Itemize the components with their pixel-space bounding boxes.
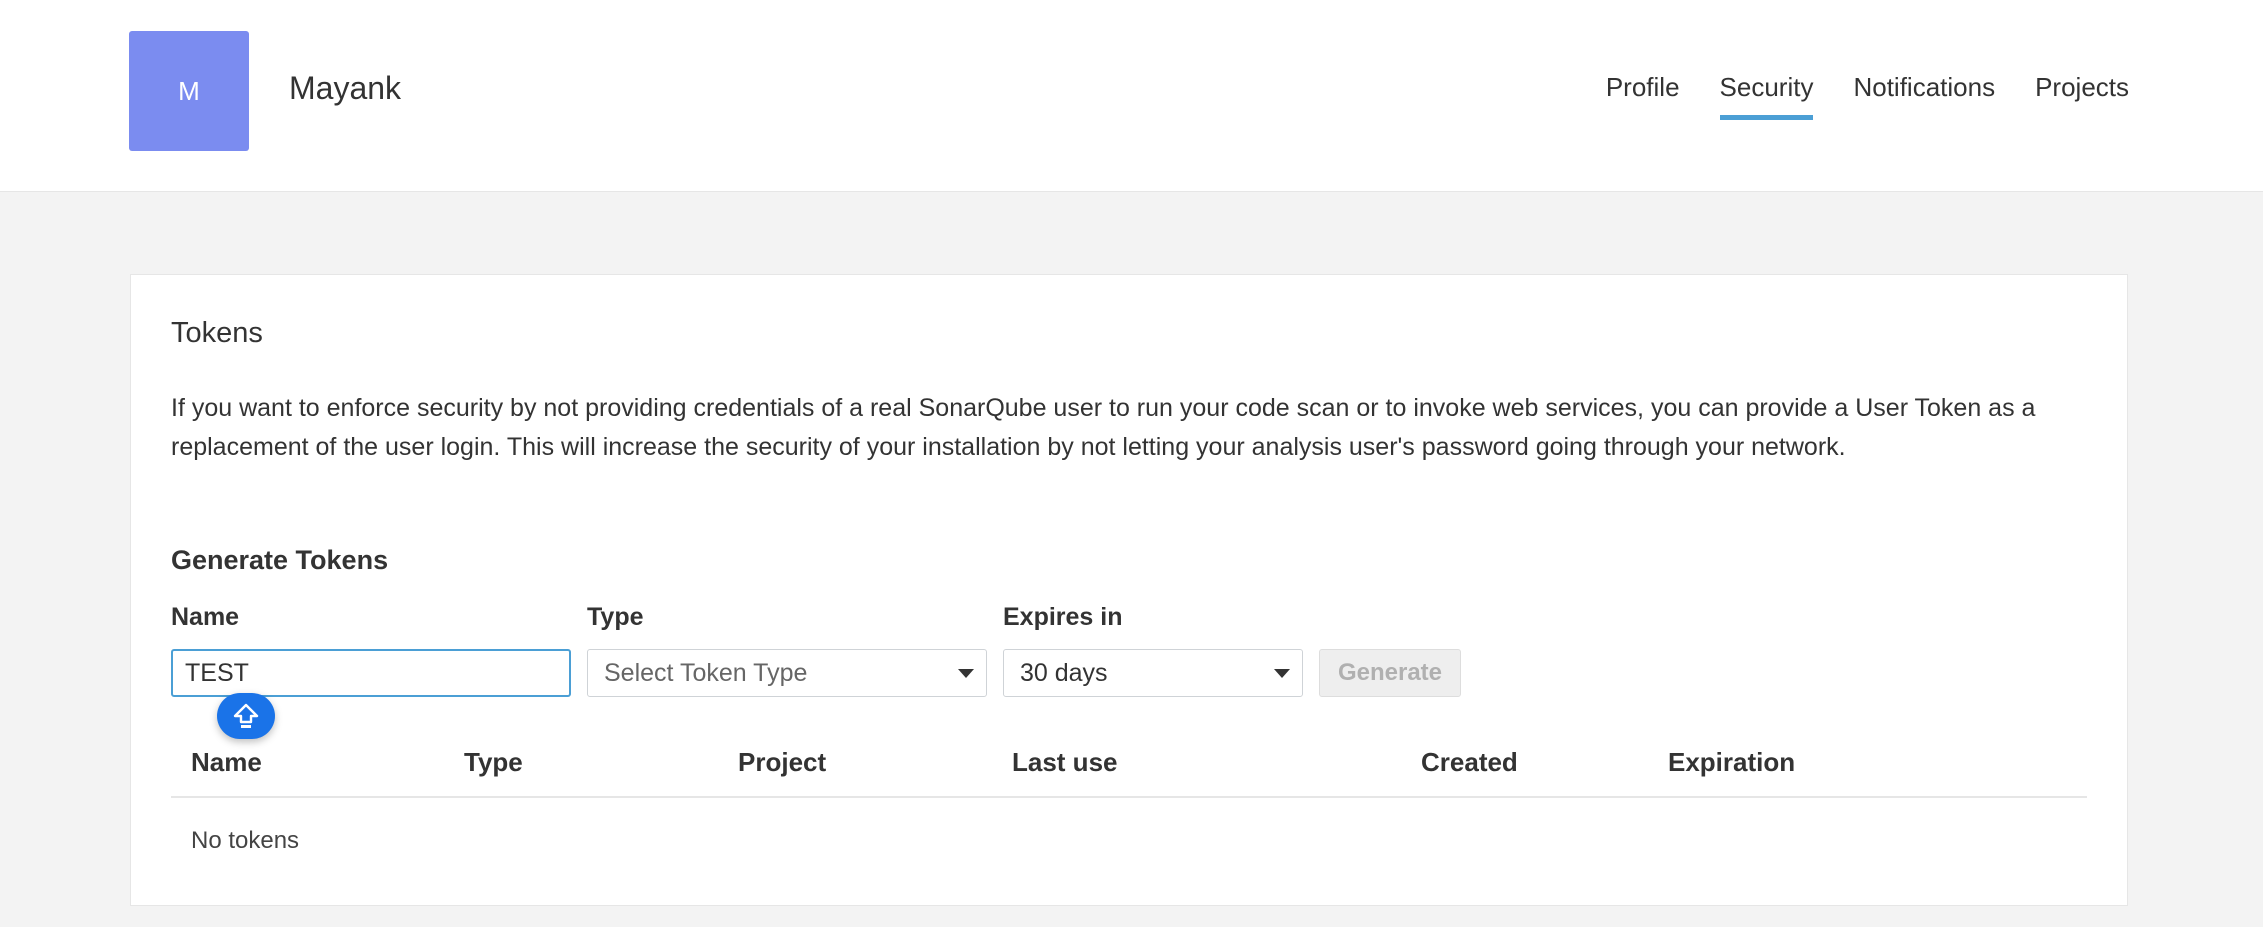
chevron-down-icon	[958, 669, 974, 678]
token-type-placeholder: Select Token Type	[604, 658, 808, 687]
expires-value: 30 days	[1020, 658, 1108, 687]
expires-label: Expires in	[1003, 603, 1123, 631]
tokens-title: Tokens	[171, 317, 263, 349]
token-type-select[interactable]: Select Token Type	[587, 649, 987, 697]
type-label: Type	[587, 603, 644, 631]
caps-lock-icon	[217, 693, 275, 739]
expires-select[interactable]: 30 days	[1003, 649, 1303, 697]
generate-tokens-title: Generate Tokens	[171, 545, 389, 575]
empty-table-message: No tokens	[191, 827, 300, 854]
tokens-card: Tokens If you want to enforce security b…	[130, 274, 2128, 906]
tab-projects[interactable]: Projects	[2035, 72, 2129, 120]
column-header-created: Created	[1421, 747, 1518, 777]
user-name: Mayank	[289, 70, 402, 106]
account-nav: Profile Security Notifications Projects	[1606, 72, 2129, 120]
tab-profile[interactable]: Profile	[1606, 72, 1680, 120]
column-header-name: Name	[191, 747, 262, 777]
chevron-down-icon	[1274, 669, 1290, 678]
token-name-input[interactable]	[171, 649, 571, 697]
avatar: M	[129, 31, 249, 151]
column-header-expiration: Expiration	[1668, 747, 1796, 777]
table-divider	[171, 796, 2087, 798]
tokens-description: If you want to enforce security by not p…	[171, 394, 2036, 461]
top-bar: M Mayank Profile Security Notifications …	[0, 0, 2263, 192]
column-header-last-use: Last use	[1012, 747, 1118, 777]
column-header-type: Type	[464, 747, 523, 777]
tab-security[interactable]: Security	[1719, 72, 1814, 120]
column-header-project: Project	[738, 747, 827, 777]
generate-button[interactable]: Generate	[1319, 649, 1461, 697]
name-label: Name	[171, 603, 240, 631]
tab-notifications[interactable]: Notifications	[1853, 72, 1995, 120]
